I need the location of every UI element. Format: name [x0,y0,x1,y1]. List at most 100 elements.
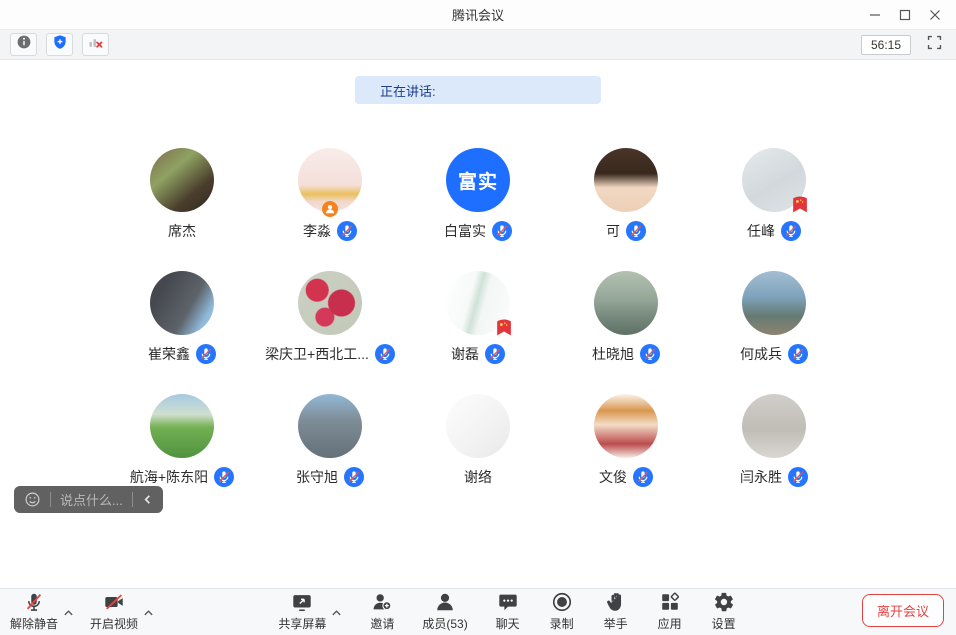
speaking-banner-label: 正在讲话: [380,81,436,100]
participant-tile[interactable]: 文俊 [552,394,700,517]
participant-tile[interactable]: 张守旭 [256,394,404,517]
participant-tile[interactable]: 任峰 [700,148,848,271]
minimize-button[interactable] [860,3,890,27]
meeting-info-group [10,33,109,56]
participant-name: 文俊 [599,467,627,487]
participant-name-row: 文俊 [599,467,653,487]
collapse-chat-icon[interactable] [142,494,153,505]
members-icon [431,590,459,614]
meeting-main-area: 正在讲话: 席杰 李淼 富实 [0,60,956,588]
avatar [150,148,214,212]
pill-divider [132,492,133,507]
participant-tile[interactable]: 李淼 [256,148,404,271]
meeting-info-button[interactable] [10,33,37,56]
chat-icon [494,590,522,614]
mic-muted-icon [492,221,512,241]
participant-tile[interactable]: 席杰 [108,148,256,271]
participant-name: 张守旭 [296,467,338,487]
mic-muted-icon [344,467,364,487]
participant-name: 可 [606,221,620,241]
network-status-button[interactable] [82,33,109,56]
avatar [742,394,806,458]
raise-hand-icon [602,590,630,614]
avatar [150,394,214,458]
avatar [594,148,658,212]
avatar [298,394,362,458]
toolbar-group-left: 解除静音 开启视频 [10,590,154,632]
title-bar: 腾讯会议 [0,0,956,30]
participant-tile[interactable]: 谢络 [404,394,552,517]
participant-tile[interactable]: 何成兵 [700,271,848,394]
participant-tile[interactable]: 杜晓旭 [552,271,700,394]
avatar [742,271,806,335]
mic-muted-icon [337,221,357,241]
participant-name-row: 崔荣鑫 [148,344,216,364]
participant-name: 席杰 [168,221,196,241]
participant-name: 谢磊 [451,344,479,364]
avatar [742,148,806,212]
settings-icon [710,590,738,614]
bottom-toolbar: 解除静音 开启视频 共享屏幕 邀请 成员( [0,588,956,635]
toolbar-item-chat[interactable]: 聊天 [494,590,522,632]
participant-name: 梁庆卫+西北工... [265,344,369,364]
participant-name: 谢络 [464,467,492,487]
avatar [446,394,510,458]
camera-off-icon [100,590,128,614]
network-error-icon [87,34,104,55]
participant-name-row: 谢络 [464,467,492,487]
toolbar-item-raise-hand[interactable]: 举手 [602,590,630,632]
participant-tile[interactable]: 梁庆卫+西北工... [256,271,404,394]
participant-tile[interactable]: 富实 白富实 [404,148,552,271]
toolbar-item-invite[interactable]: 邀请 [368,590,396,632]
security-button[interactable] [46,33,73,56]
participant-name-row: 谢磊 [451,344,505,364]
participant-name-row: 席杰 [168,221,196,241]
toolbar-item-apps[interactable]: 应用 [656,590,684,632]
maximize-button[interactable] [890,3,920,27]
participant-name: 白富实 [444,221,486,241]
meeting-toolbar: 56:15 [0,30,956,60]
participant-tile[interactable]: 可 [552,148,700,271]
participant-name: 航海+陈东阳 [130,467,208,487]
toolbar-group-center: 共享屏幕 邀请 成员(53) 聊天 录制 [154,590,862,632]
toolbar-item-settings[interactable]: 设置 [710,590,738,632]
avatar [446,271,510,335]
avatar [594,394,658,458]
participant-name: 杜晓旭 [592,344,634,364]
info-icon [16,34,32,55]
emoji-icon[interactable] [24,491,41,508]
toolbar-item-start-video[interactable]: 开启视频 [90,590,154,632]
avatar [150,271,214,335]
flag-badge-icon [790,195,809,214]
mic-muted-icon [788,467,808,487]
toolbar-item-start-video-chevron[interactable] [143,609,154,617]
participant-name: 闫永胜 [740,467,782,487]
chat-input[interactable]: 说点什么... [60,490,123,509]
mic-muted-icon [781,221,801,241]
mic-muted-icon [633,467,653,487]
leave-meeting-button[interactable]: 离开会议 [862,594,944,627]
participant-tile[interactable]: 崔荣鑫 [108,271,256,394]
participant-tile[interactable]: 谢磊 [404,271,552,394]
pill-divider [50,492,51,507]
participant-name-row: 李淼 [303,221,357,241]
host-badge-icon [322,201,338,217]
mic-muted-icon [485,344,505,364]
toolbar-item-unmute[interactable]: 解除静音 [10,590,74,632]
participant-name-row: 张守旭 [296,467,364,487]
close-button[interactable] [920,3,950,27]
toolbar-item-members[interactable]: 成员(53) [422,590,467,632]
toolbar-item-share-screen-chevron[interactable] [331,609,342,617]
apps-icon [656,590,684,614]
mic-muted-icon [196,344,216,364]
participant-name-row: 任峰 [747,221,801,241]
toolbar-item-share-screen[interactable]: 共享屏幕 [278,590,342,632]
participant-name-row: 白富实 [444,221,512,241]
participant-name-row: 闫永胜 [740,467,808,487]
toolbar-item-record[interactable]: 录制 [548,590,576,632]
toolbar-item-unmute-chevron[interactable] [63,609,74,617]
participant-name: 任峰 [747,221,775,241]
avatar [594,271,658,335]
fullscreen-button[interactable] [922,34,946,56]
participant-tile[interactable]: 闫永胜 [700,394,848,517]
